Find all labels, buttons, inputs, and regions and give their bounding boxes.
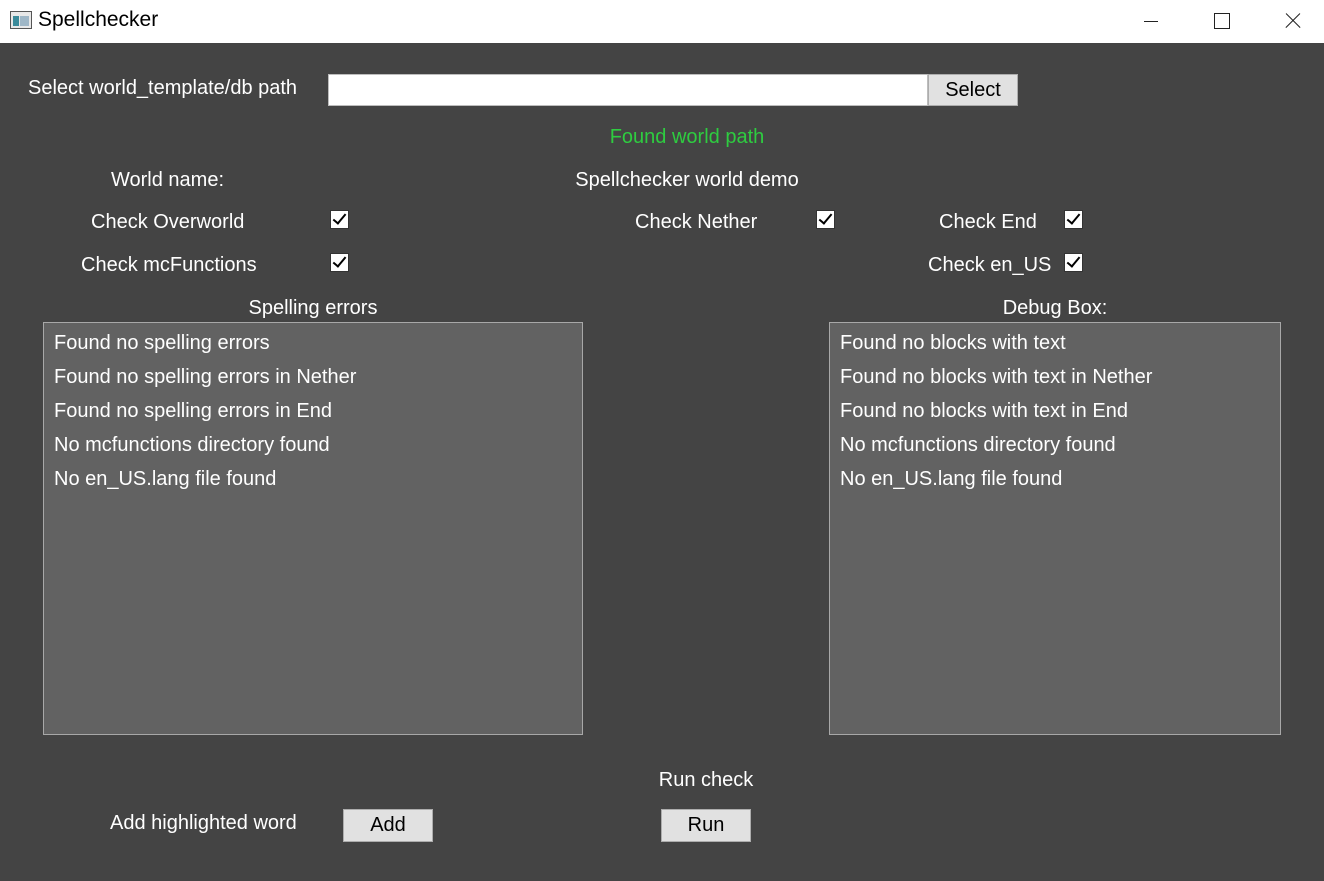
debug-box-list[interactable]: Found no blocks with text Found no block…: [829, 322, 1281, 735]
close-icon[interactable]: [1256, 0, 1324, 43]
check-mcfunctions-label: Check mcFunctions: [81, 254, 257, 276]
list-item[interactable]: Found no spelling errors in Nether: [54, 363, 582, 397]
list-item[interactable]: No en_US.lang file found: [840, 465, 1280, 499]
check-overworld-checkbox[interactable]: [330, 210, 349, 229]
title-bar: Spellchecker: [0, 0, 1324, 43]
minimize-icon[interactable]: [1116, 0, 1186, 43]
world-name-label: World name:: [111, 169, 225, 191]
check-mcfunctions-checkbox[interactable]: [330, 253, 349, 272]
list-item[interactable]: Found no spelling errors: [54, 329, 582, 363]
path-status: Found world path: [609, 126, 765, 148]
check-en-us-checkbox[interactable]: [1064, 253, 1083, 272]
run-button[interactable]: Run: [661, 809, 751, 842]
add-word-label: Add highlighted word: [110, 812, 297, 834]
spelling-errors-title: Spelling errors: [248, 297, 378, 319]
spelling-errors-list[interactable]: Found no spelling errors Found no spelli…: [43, 322, 583, 735]
path-label: Select world_template/db path: [28, 77, 298, 99]
check-nether-label: Check Nether: [635, 211, 758, 233]
path-input[interactable]: [328, 74, 928, 106]
check-nether-checkbox[interactable]: [816, 210, 835, 229]
check-overworld-label: Check Overworld: [91, 211, 245, 233]
check-en-us-label: Check en_US: [928, 254, 1052, 276]
list-item[interactable]: Found no blocks with text: [840, 329, 1280, 363]
list-item[interactable]: Found no spelling errors in End: [54, 397, 582, 431]
app-window-icon: [10, 11, 32, 29]
check-end-label: Check End: [939, 211, 1037, 233]
list-item[interactable]: Found no blocks with text in End: [840, 397, 1280, 431]
debug-box-title: Debug Box:: [1002, 297, 1108, 319]
list-item[interactable]: No en_US.lang file found: [54, 465, 582, 499]
maximize-icon[interactable]: [1186, 0, 1256, 43]
check-end-checkbox[interactable]: [1064, 210, 1083, 229]
run-check-label: Run check: [658, 769, 754, 791]
add-button[interactable]: Add: [343, 809, 433, 842]
list-item[interactable]: Found no blocks with text in Nether: [840, 363, 1280, 397]
world-name-value: Spellchecker world demo: [575, 169, 799, 191]
list-item[interactable]: No mcfunctions directory found: [54, 431, 582, 465]
list-item[interactable]: No mcfunctions directory found: [840, 431, 1280, 465]
window-title: Spellchecker: [38, 8, 159, 31]
select-button[interactable]: Select: [928, 74, 1018, 106]
